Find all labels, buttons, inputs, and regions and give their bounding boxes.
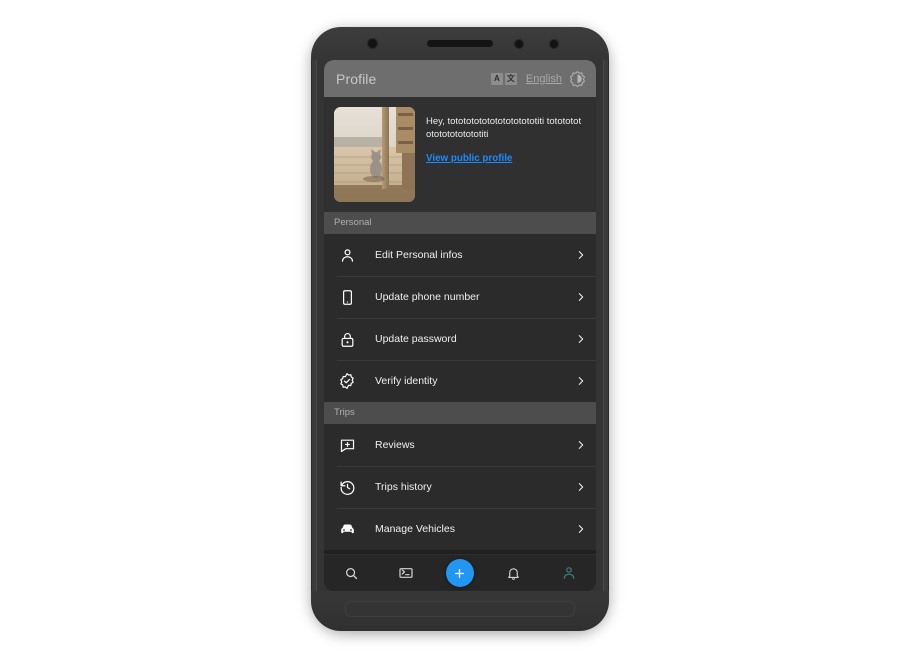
settings-list-trips: Reviews Trips history Manage Vehicles [324,424,596,550]
list-item-update-phone-number[interactable]: Update phone number [324,276,596,318]
nav-create-fab[interactable] [445,559,474,587]
list-item-label: Update phone number [375,291,480,303]
plus-icon [455,568,465,578]
list-item-label: Reviews [375,439,415,451]
verified-badge-icon [337,371,357,391]
nav-notifications-button[interactable] [499,558,529,588]
list-item-label: Manage Vehicles [375,523,455,535]
history-clock-icon [337,477,357,497]
brightness-contrast-icon[interactable] [569,70,586,87]
view-public-profile-link[interactable]: View public profile [426,153,512,164]
phone-top-bezel [311,27,609,60]
sensor-icon [514,39,524,49]
translate-target-letter: 文 [504,72,517,85]
app-bar: Profile A 文 English [324,60,596,97]
list-item-trips-history[interactable]: Trips history [324,466,596,508]
list-item-update-password[interactable]: Update password [324,318,596,360]
list-item-manage-vehicles[interactable]: Manage Vehicles [324,508,596,550]
language-selector[interactable]: English [526,73,562,85]
sensor-secondary-icon [549,39,559,49]
list-item-label: Trips history [375,481,432,493]
car-icon [337,519,357,539]
cat-in-doorway-photo [334,107,415,202]
section-header-personal: Personal [324,212,596,234]
person-icon [337,245,357,265]
search-icon [345,567,358,579]
nav-messages-button[interactable] [391,558,421,588]
message-ticket-icon [399,568,413,578]
section-header-trips: Trips [324,402,596,424]
front-camera-icon [367,38,378,49]
profile-text-block: Hey, totototototototototototiti totototo… [426,107,586,202]
person-icon [563,567,574,579]
nav-profile-button[interactable] [554,558,584,588]
list-item-label: Edit Personal infos [375,249,463,261]
list-item-label: Update password [375,333,457,345]
list-item-reviews[interactable]: Reviews [324,424,596,466]
phone-icon [337,287,357,307]
chevron-right-icon [578,525,584,533]
page-title: Profile [336,70,377,87]
app-bar-actions: A 文 English [490,70,586,87]
list-item-verify-identity[interactable]: Verify identity [324,360,596,402]
lock-icon [337,329,357,349]
phone-bottom-bezel [311,591,609,631]
chevron-right-icon [578,483,584,491]
translate-source-letter: A [490,72,503,85]
greeting-text: Hey, totototototototototototiti totototo… [426,116,582,140]
chevron-right-icon [578,335,584,343]
chevron-right-icon [578,377,584,385]
chevron-right-icon [578,293,584,301]
screenshot-canvas: Profile A 文 English Hey, tototototototot… [0,0,920,657]
review-comment-icon [337,435,357,455]
translate-icon[interactable]: A 文 [490,72,517,85]
phone-screen: Profile A 文 English Hey, tototototototot… [324,60,596,591]
bottom-speaker-grill [345,601,575,617]
list-item-label: Verify identity [375,375,438,387]
nav-search-button[interactable] [336,558,366,588]
chevron-right-icon [578,441,584,449]
avatar[interactable] [334,107,415,202]
earpiece-speaker [427,40,493,47]
phone-device-frame: Profile A 文 English Hey, tototototototot… [311,27,609,631]
settings-list-personal: Edit Personal infos Update phone number [324,234,596,402]
bottom-navigation-bar [324,554,596,591]
bell-icon [508,567,520,580]
list-item-edit-personal-infos[interactable]: Edit Personal infos [324,234,596,276]
chevron-right-icon [578,251,584,259]
profile-card: Hey, totototototototototototiti totototo… [324,97,596,212]
